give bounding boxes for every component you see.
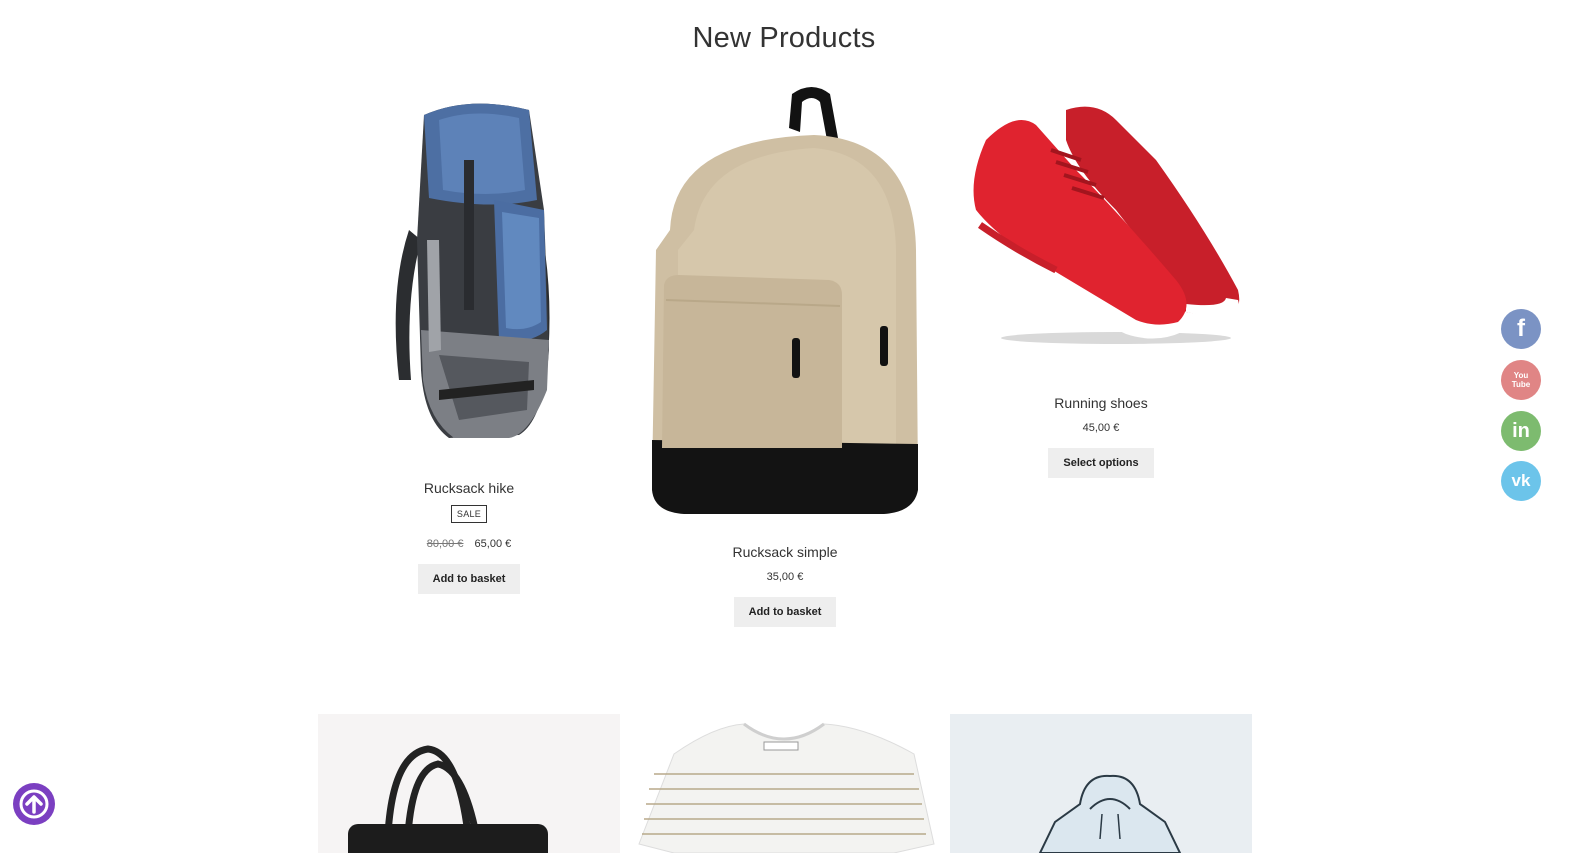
old-price: 80,00 € — [426, 538, 464, 550]
product-card: Rucksack simple 35,00 € Add to basket — [634, 80, 936, 627]
handbag-tile[interactable] — [318, 714, 620, 853]
product-price: 80,00 € 65,00 € — [318, 538, 620, 550]
product-card: Rucksack hike SALE 80,00 € 65,00 € Add t… — [318, 90, 620, 594]
red-running-shoes-image[interactable] — [956, 100, 1246, 350]
add-to-basket-button[interactable]: Add to basket — [417, 564, 521, 594]
product-title[interactable]: Rucksack simple — [634, 544, 936, 560]
hiking-backpack-image[interactable] — [369, 90, 569, 455]
section-title: New Products — [692, 22, 876, 54]
youtube-icon[interactable]: You Tube — [1501, 360, 1541, 400]
striped-tshirt-tile[interactable] — [634, 714, 936, 853]
hoodie-tile[interactable] — [950, 714, 1252, 853]
scroll-to-top-button[interactable] — [13, 783, 55, 825]
product-title[interactable]: Running shoes — [950, 395, 1252, 411]
product-price: 35,00 € — [766, 571, 804, 583]
add-to-basket-button[interactable]: Add to basket — [733, 597, 837, 627]
facebook-icon[interactable]: f — [1501, 309, 1541, 349]
vk-icon[interactable]: vk — [1501, 461, 1541, 501]
product-title[interactable]: Rucksack hike — [318, 480, 620, 496]
page: New Products Rucksack hike SALE 80,00 € … — [0, 0, 1588, 853]
sale-price: 65,00 € — [474, 538, 512, 550]
arrow-up-icon — [19, 789, 49, 819]
product-price: 45,00 € — [1082, 422, 1120, 434]
select-options-button[interactable]: Select options — [1048, 448, 1154, 478]
product-card: Running shoes 45,00 € Select options — [950, 100, 1252, 478]
beige-backpack-image[interactable] — [634, 80, 936, 520]
linkedin-icon[interactable]: in — [1501, 411, 1541, 451]
sale-badge: SALE — [450, 505, 488, 523]
